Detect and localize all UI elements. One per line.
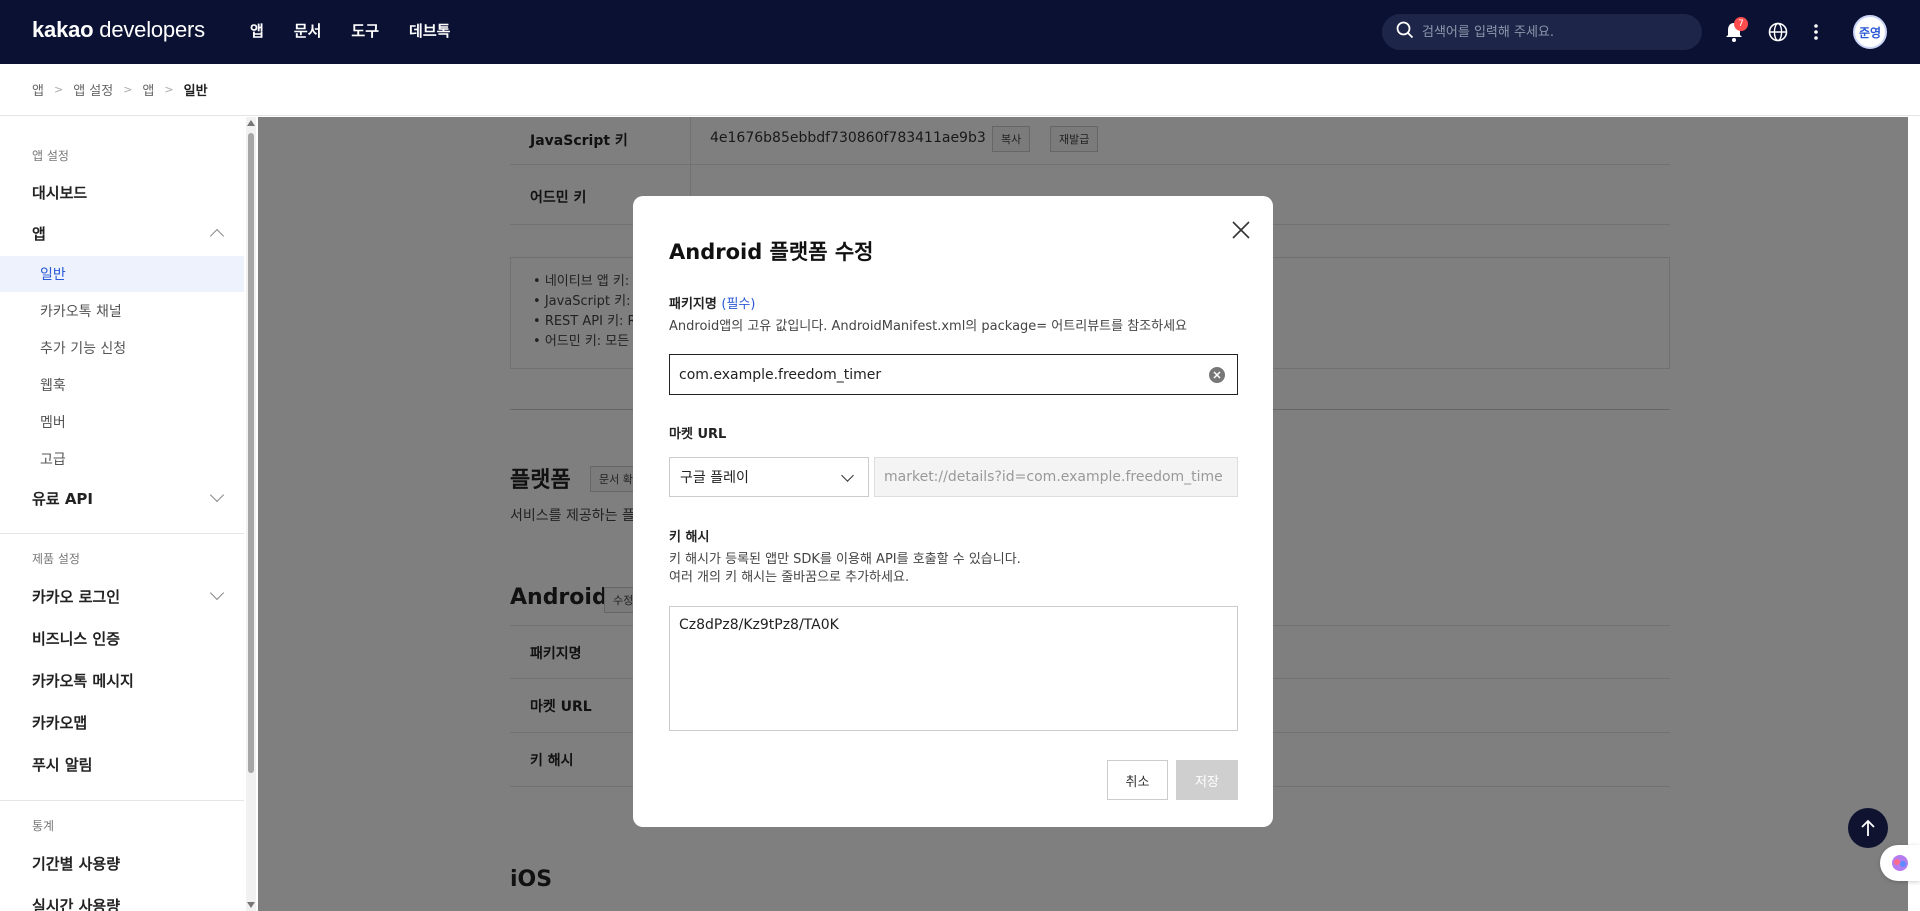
scrollbar-thumb[interactable]	[248, 133, 254, 773]
scroll-down-arrow-icon[interactable]	[247, 902, 255, 908]
sidebar-item-label: 카카오 로그인	[32, 587, 121, 606]
package-name-field[interactable]	[669, 354, 1238, 395]
sidebar-item-paid-api[interactable]: 유료 API	[0, 479, 244, 517]
sidebar-item-label: 유료 API	[32, 489, 94, 508]
key-hash-description-1: 키 해시가 등록된 앱만 SDK를 이용해 API를 호출할 수 있습니다.	[669, 552, 1021, 567]
key-hash-label: 키 해시	[669, 530, 710, 545]
breadcrumb: 앱 > 앱 설정 > 앱 > 일반	[0, 64, 1920, 116]
chevron-up-icon	[209, 228, 225, 244]
sidebar-item-period-usage[interactable]: 기간별 사용량	[0, 844, 244, 882]
nav-app[interactable]: 앱	[250, 20, 264, 41]
breadcrumb-app-2[interactable]: 앱	[142, 80, 154, 99]
breadcrumb-separator-icon: >	[164, 83, 174, 96]
sidebar-item-kakao-login[interactable]: 카카오 로그인	[0, 577, 244, 615]
nav-devtalk[interactable]: 데브톡	[409, 20, 450, 41]
package-name-label: 패키지명 (필수)	[669, 297, 756, 312]
chatbot-icon[interactable]	[1880, 845, 1920, 881]
nav-docs[interactable]: 문서	[294, 20, 322, 41]
sidebar-sub-members[interactable]: 멤버	[0, 404, 244, 440]
package-name-input[interactable]	[679, 366, 1189, 383]
market-url-field	[874, 457, 1238, 497]
market-type-selected: 구글 플레이	[680, 470, 749, 486]
sidebar-item-app[interactable]: 앱	[0, 214, 244, 252]
chevron-down-icon	[841, 469, 854, 482]
breadcrumb-separator-icon: >	[123, 83, 133, 96]
sidebar-divider	[0, 533, 244, 534]
search-input[interactable]	[1422, 24, 1692, 40]
more-vertical-icon[interactable]	[1804, 20, 1828, 44]
scroll-up-arrow-icon[interactable]	[247, 120, 255, 126]
android-platform-edit-modal: Android 플랫폼 수정 패키지명 (필수) Android앱의 고유 값입…	[633, 196, 1273, 827]
scroll-to-top-button[interactable]	[1848, 808, 1888, 848]
modal-title: Android 플랫폼 수정	[669, 240, 874, 264]
market-type-select[interactable]: 구글 플레이	[669, 457, 869, 497]
kakao-developers-logo[interactable]: kakao developers	[32, 17, 205, 43]
sidebar-sub-general[interactable]: 일반	[0, 256, 244, 292]
package-name-description: Android앱의 고유 값입니다. AndroidManifest.xml의 …	[669, 319, 1188, 334]
market-url-label: 마켓 URL	[669, 427, 727, 442]
sidebar-item-kakao-map[interactable]: 카카오맵	[0, 703, 244, 741]
search-icon	[1396, 21, 1414, 43]
breadcrumb-separator-icon: >	[53, 83, 64, 96]
sidebar-item-kakaotalk-message[interactable]: 카카오톡 메시지	[0, 661, 244, 699]
avatar[interactable]: 준영	[1853, 15, 1887, 49]
close-icon[interactable]	[1229, 218, 1253, 242]
sidebar-sub-webhook[interactable]: 웹훅	[0, 367, 244, 403]
key-hash-textarea[interactable]: Cz8dPz8/Kz9tPz8/TA0K	[679, 617, 1228, 720]
save-button[interactable]: 저장	[1176, 760, 1238, 800]
breadcrumb-current: 일반	[183, 84, 208, 99]
sidebar-item-label: 앱	[32, 224, 46, 243]
search-box[interactable]	[1382, 14, 1702, 50]
sidebar-item-dashboard[interactable]: 대시보드	[0, 173, 244, 211]
nav-tools[interactable]: 도구	[351, 20, 379, 41]
breadcrumb-app[interactable]: 앱	[32, 80, 44, 99]
sidebar-divider	[0, 800, 244, 801]
chevron-down-icon	[209, 585, 225, 601]
required-mark: (필수)	[721, 297, 756, 312]
clear-input-icon[interactable]	[1209, 367, 1225, 383]
key-hash-field[interactable]: Cz8dPz8/Kz9tPz8/TA0K	[669, 606, 1238, 731]
sidebar-item-business-auth[interactable]: 비즈니스 인증	[0, 619, 244, 657]
sidebar-section-stats: 통계	[32, 819, 55, 833]
sidebar-section-app-settings: 앱 설정	[32, 149, 69, 163]
globe-icon[interactable]	[1766, 20, 1790, 44]
key-hash-description-2: 여러 개의 키 해시는 줄바꿈으로 추가하세요.	[669, 570, 910, 585]
market-url-input	[884, 469, 1224, 485]
notification-badge: 7	[1734, 17, 1748, 31]
sidebar-item-push[interactable]: 푸시 알림	[0, 745, 244, 783]
breadcrumb-app-settings[interactable]: 앱 설정	[73, 80, 113, 99]
sidebar-item-realtime-usage[interactable]: 실시간 사용량	[0, 886, 244, 911]
sidebar-scrollbar[interactable]	[246, 117, 256, 911]
sidebar-sub-additional-features[interactable]: 추가 기능 신청	[0, 330, 244, 366]
cancel-button[interactable]: 취소	[1107, 760, 1168, 800]
chevron-down-icon	[209, 487, 225, 503]
top-navigation-bar: kakao developers 앱 문서 도구 데브톡 7 준영	[0, 0, 1920, 64]
sidebar-section-product-settings: 제품 설정	[32, 552, 80, 566]
top-nav: 앱 문서 도구 데브톡	[250, 20, 480, 41]
sidebar: 앱 설정 대시보드 앱 일반 카카오톡 채널 추가 기능 신청 웹훅 멤버 고급…	[0, 117, 244, 911]
sidebar-sub-advanced[interactable]: 고급	[0, 441, 244, 477]
sidebar-sub-kakaotalk-channel[interactable]: 카카오톡 채널	[0, 293, 244, 329]
